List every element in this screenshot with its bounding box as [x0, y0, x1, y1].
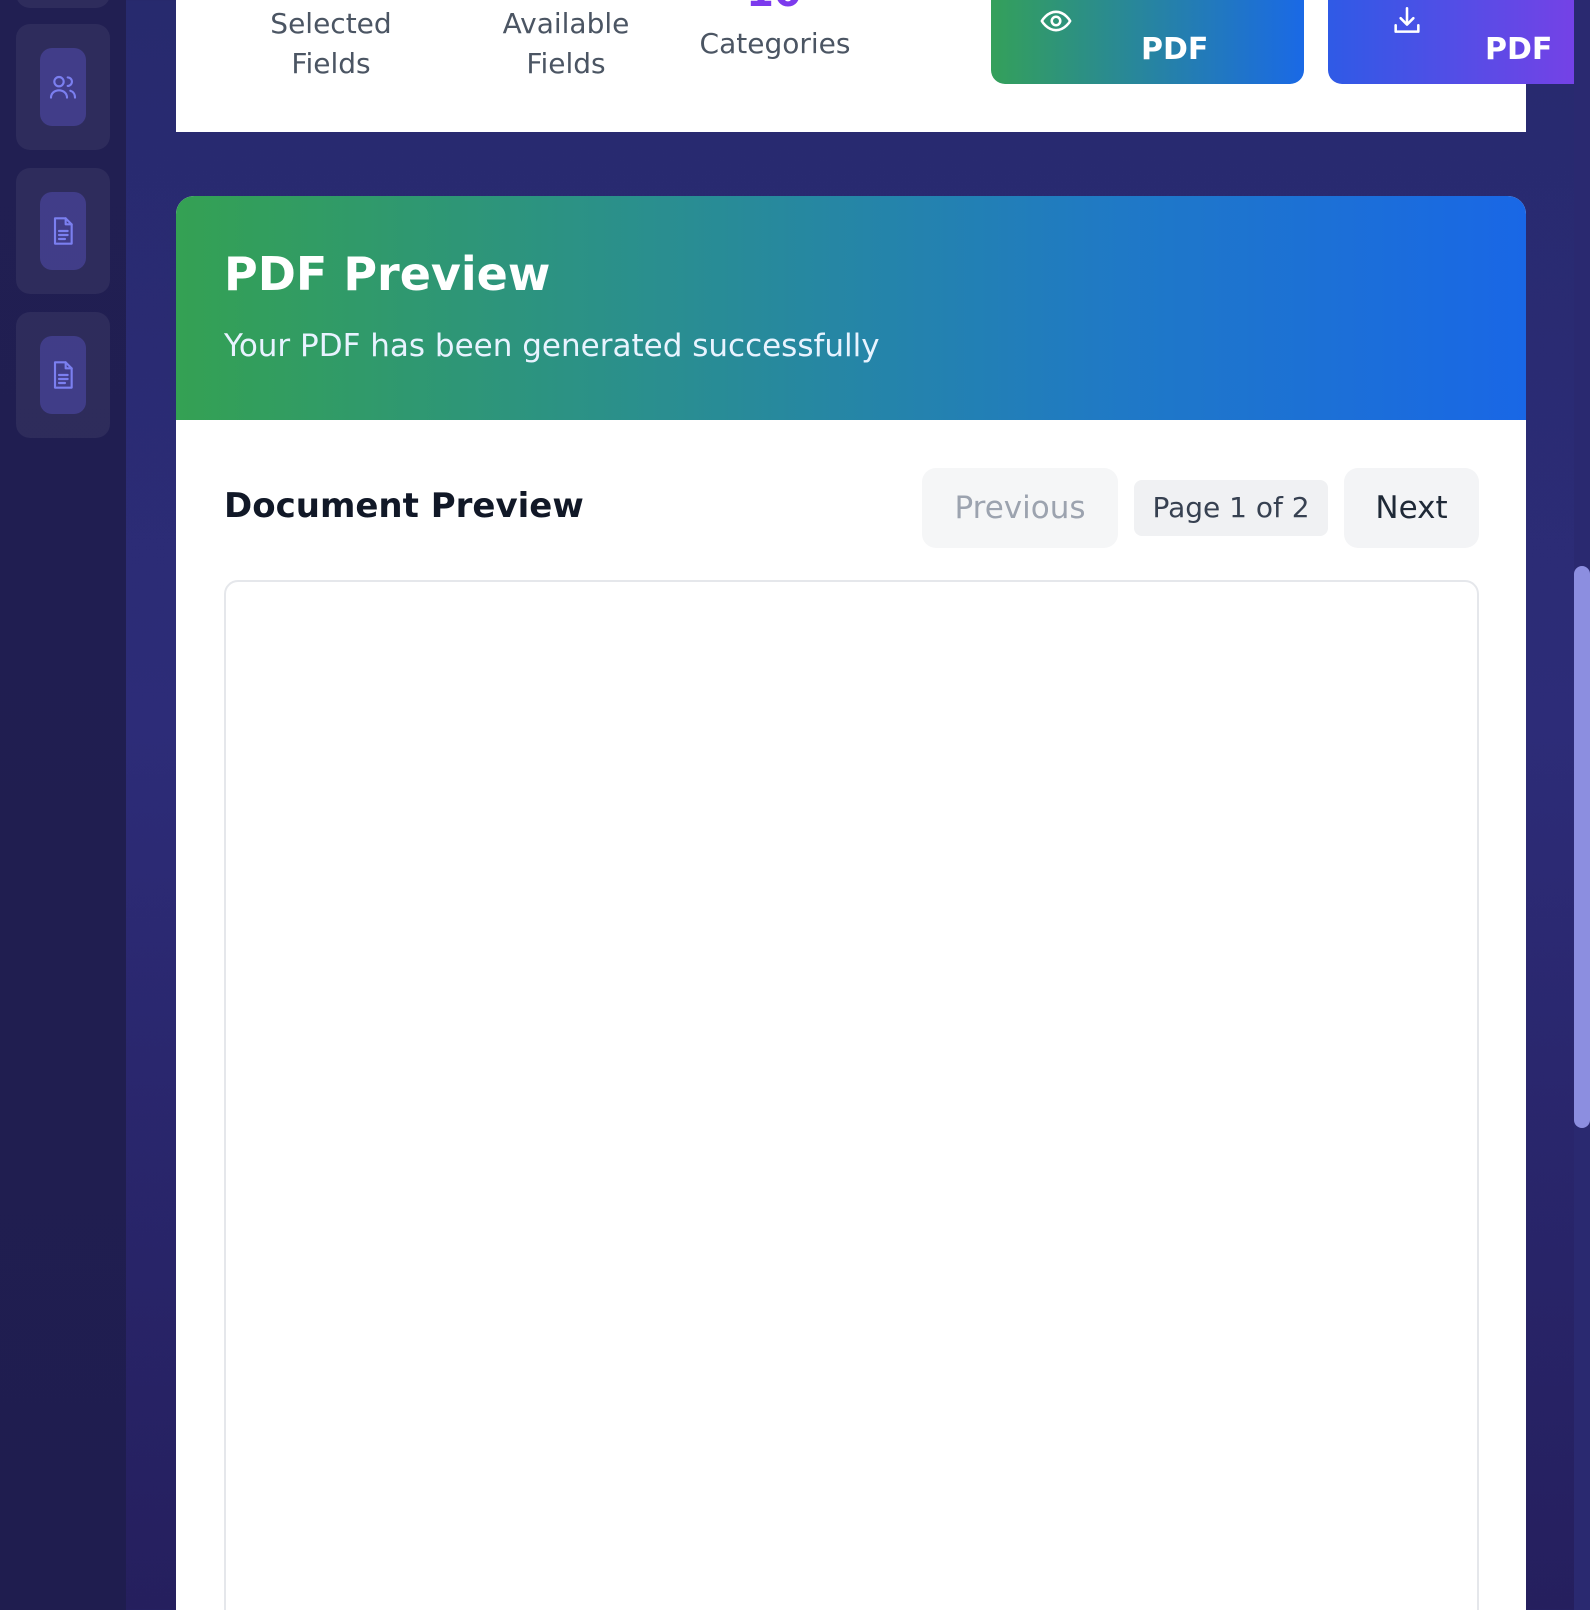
- document-preview-title: Document Preview: [224, 486, 584, 526]
- preview-pdf-label: PDF: [1141, 32, 1209, 67]
- categories-count: 10: [724, 0, 824, 16]
- document-icon: [53, 217, 73, 245]
- pdf-preview-panel: PDF Preview Your PDF has been generated …: [176, 196, 1526, 1610]
- next-page-button[interactable]: Next: [1344, 468, 1479, 548]
- sidebar: [0, 0, 126, 1610]
- available-fields-label: Available Fields: [502, 7, 630, 80]
- selected-fields-label: Selected Fields: [270, 7, 392, 80]
- download-icon: [1394, 6, 1420, 33]
- eye-icon: [1040, 10, 1072, 32]
- sidebar-button-document-2[interactable]: [40, 336, 86, 414]
- users-icon: [49, 75, 77, 99]
- download-pdf-button[interactable]: PDF: [1328, 0, 1590, 84]
- sidebar-card-partial: [16, 0, 110, 8]
- page-scrollbar[interactable]: [1574, 0, 1590, 1610]
- previous-page-button[interactable]: Previous: [922, 468, 1118, 548]
- sidebar-button-users[interactable]: [40, 48, 86, 126]
- document-icon: [53, 361, 73, 389]
- page-indicator: Page 1 of 2: [1134, 480, 1328, 536]
- download-pdf-label: PDF: [1485, 32, 1553, 67]
- sidebar-button-document-1[interactable]: [40, 192, 86, 270]
- stats-card: Selected Fields Available Fields 10 Cate…: [176, 0, 1590, 132]
- document-frame[interactable]: [224, 580, 1479, 1610]
- preview-header: PDF Preview Your PDF has been generated …: [176, 196, 1526, 420]
- categories-label: Categories: [699, 27, 851, 60]
- scrollbar-thumb[interactable]: [1574, 566, 1590, 1128]
- sidebar-item-users[interactable]: [16, 24, 110, 150]
- preview-pdf-button[interactable]: PDF: [991, 0, 1304, 84]
- sidebar-item-document-2[interactable]: [16, 312, 110, 438]
- sidebar-item-document-1[interactable]: [16, 168, 110, 294]
- preview-subtitle: Your PDF has been generated successfully: [224, 328, 880, 364]
- preview-title: PDF Preview: [224, 247, 551, 301]
